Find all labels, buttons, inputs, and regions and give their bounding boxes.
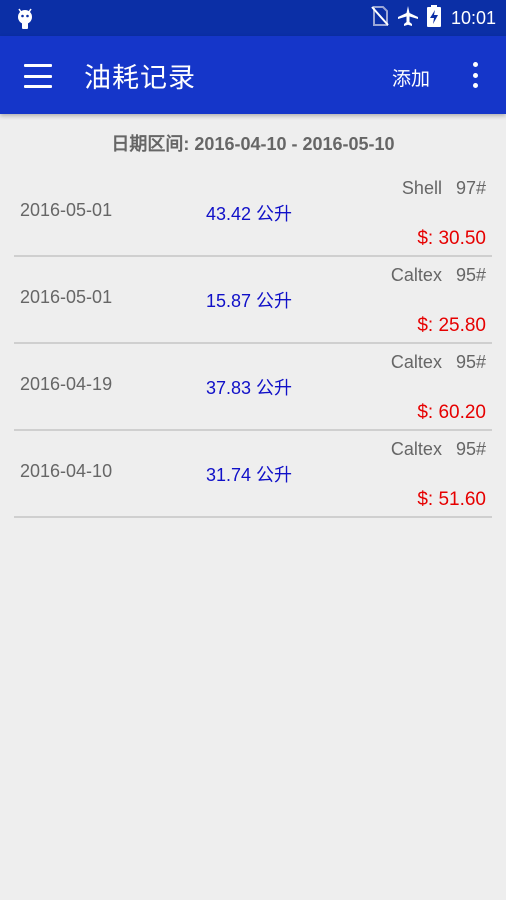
status-time: 10:01 <box>450 7 496 28</box>
add-button[interactable]: 添加 <box>392 64 430 91</box>
record-volume: 43.42 公升 <box>206 204 293 224</box>
date-range-label: 日期区间: 2016-04-10 - 2016-05-10 <box>111 134 395 154</box>
record-price: $: 25.80 <box>417 315 486 336</box>
record-date: 2016-04-19 <box>20 374 113 394</box>
record-brand: Caltex <box>390 352 442 372</box>
record-volume: 15.87 公升 <box>206 291 293 311</box>
record-grade: 95# <box>455 439 486 459</box>
record-price: $: 30.50 <box>417 228 486 249</box>
fuel-record-list: 2016-05-01 43.42 公升 Shell 97# $: 30.50 2… <box>14 170 492 518</box>
record-brand: Caltex <box>390 439 442 459</box>
record-brand: Shell <box>401 178 442 198</box>
record-grade: 95# <box>455 352 486 372</box>
record-station: Caltex 95# <box>391 439 486 460</box>
record-date: 2016-05-01 <box>20 200 113 220</box>
status-bar: 10:01 <box>0 0 506 36</box>
list-item[interactable]: 2016-04-10 31.74 公升 Caltex 95# $: 51.60 <box>14 431 492 518</box>
record-date: 2016-05-01 <box>20 287 113 307</box>
record-grade: 95# <box>455 265 486 285</box>
record-volume: 31.74 公升 <box>206 465 293 485</box>
app-toolbar: 油耗记录 添加 <box>0 36 506 114</box>
record-grade: 97# <box>455 178 486 198</box>
record-brand: Caltex <box>390 265 442 285</box>
more-vert-icon[interactable] <box>466 60 484 90</box>
airplane-icon <box>397 5 419 31</box>
record-station: Caltex 95# <box>391 265 486 286</box>
record-price: $: 60.20 <box>417 402 486 423</box>
page-title: 油耗记录 <box>84 63 196 94</box>
list-item[interactable]: 2016-05-01 15.87 公升 Caltex 95# $: 25.80 <box>14 257 492 344</box>
record-station: Shell 97# <box>402 178 486 199</box>
list-item[interactable]: 2016-05-01 43.42 公升 Shell 97# $: 30.50 <box>14 170 492 257</box>
record-station: Caltex 95# <box>391 352 486 373</box>
record-volume: 37.83 公升 <box>206 378 293 398</box>
record-date: 2016-04-10 <box>20 461 113 481</box>
record-price: $: 51.60 <box>417 489 486 510</box>
no-sim-icon <box>371 6 389 30</box>
battery-charging-icon <box>426 5 441 31</box>
hamburger-menu-icon[interactable] <box>22 60 54 92</box>
android-icon <box>16 8 34 34</box>
list-item[interactable]: 2016-04-19 37.83 公升 Caltex 95# $: 60.20 <box>14 344 492 431</box>
